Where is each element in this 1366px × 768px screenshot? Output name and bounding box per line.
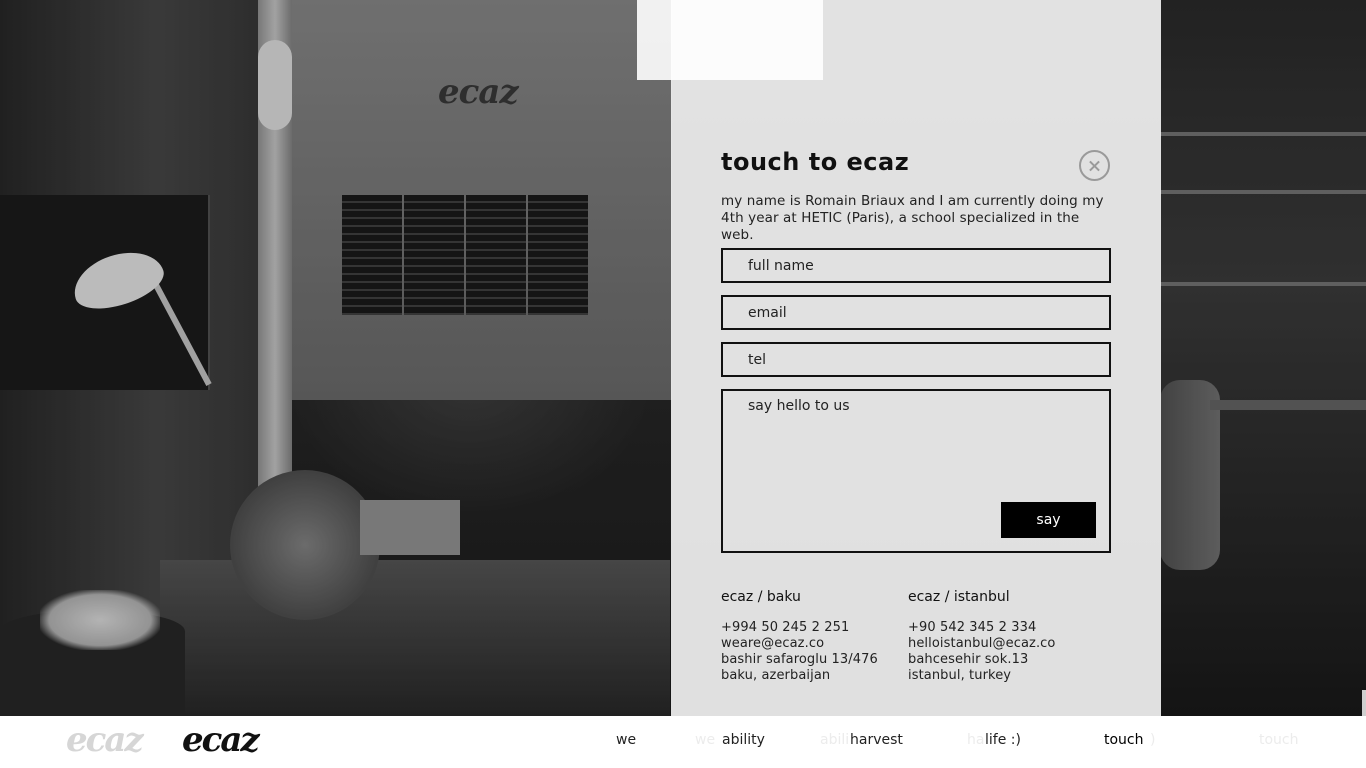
office-email: weare@ecaz.co xyxy=(721,636,825,651)
contact-intro: my name is Romain Briaux and I am curren… xyxy=(721,193,1104,243)
office-city: baku, azerbaijan xyxy=(721,668,831,683)
nav-ghost-text: touch xyxy=(1259,732,1299,748)
close-icon[interactable] xyxy=(1079,150,1110,181)
message-box: say xyxy=(721,389,1111,553)
office-baku: ecaz / baku +994 50 245 2 251 weare@ecaz… xyxy=(721,589,911,684)
office-email: helloistanbul@ecaz.co xyxy=(908,636,1056,651)
office-istanbul: ecaz / istanbul +90 542 345 2 334 helloi… xyxy=(908,589,1098,684)
contact-panel: touch to ecaz my name is Romain Briaux a… xyxy=(637,0,1161,716)
nav-item-harvest[interactable]: harvest xyxy=(850,732,903,748)
bottom-nav: ecaz ecaz we abili ha ) touch we ability… xyxy=(0,716,1366,768)
nav-item-we[interactable]: we xyxy=(616,732,636,748)
contact-title: touch to ecaz xyxy=(721,148,910,176)
office-street: bashir safaroglu 13/476 xyxy=(721,652,878,667)
office-phone: +994 50 245 2 251 xyxy=(721,620,850,635)
logo-ghost: ecaz xyxy=(66,720,144,760)
nav-item-life[interactable]: life :) xyxy=(985,732,1021,748)
tel-field[interactable] xyxy=(721,342,1111,377)
email-field[interactable] xyxy=(721,295,1111,330)
office-street: bahcesehir sok.13 xyxy=(908,652,1029,667)
nav-ghost-text: ) xyxy=(1150,732,1156,748)
office-city: istanbul, turkey xyxy=(908,668,1012,683)
scrollbar-thumb[interactable] xyxy=(1362,690,1366,716)
nav-item-touch[interactable]: touch xyxy=(1104,732,1144,748)
nav-ghost-text: ha xyxy=(967,732,985,748)
office-name: ecaz / baku xyxy=(721,589,801,605)
office-name: ecaz / istanbul xyxy=(908,589,1010,605)
full-name-field[interactable] xyxy=(721,248,1111,283)
nav-item-ability[interactable]: ability xyxy=(722,732,765,748)
office-phone: +90 542 345 2 334 xyxy=(908,620,1037,635)
nav-ghost-text: we xyxy=(695,732,716,748)
panel-highlight xyxy=(637,0,823,80)
logo[interactable]: ecaz xyxy=(182,720,260,760)
say-button[interactable]: say xyxy=(1001,502,1096,538)
nav-ghost-text: abili xyxy=(820,732,850,748)
